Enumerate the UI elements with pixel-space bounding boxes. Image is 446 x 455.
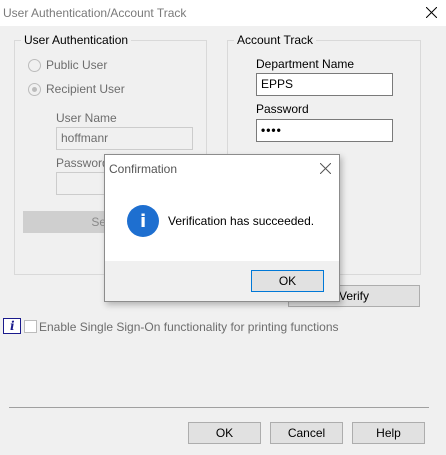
user-authentication-legend: User Authentication <box>21 33 132 47</box>
confirmation-dialog: Confirmation i Verification has succeede… <box>104 154 340 302</box>
auth-window: User Authentication/Account Track User A… <box>0 0 446 455</box>
sso-checkbox[interactable] <box>24 320 37 333</box>
dialog-body: i Verification has succeeded. <box>105 183 339 261</box>
department-name-input[interactable]: EPPS <box>256 73 393 96</box>
radio-button-selected[interactable] <box>28 82 41 96</box>
user-name-label: User Name <box>56 111 117 125</box>
title-bar: User Authentication/Account Track <box>0 0 446 26</box>
user-name-field[interactable]: hoffmanr <box>56 127 193 150</box>
account-password-label: Password <box>256 102 309 116</box>
dialog-ok-button[interactable]: OK <box>251 270 324 292</box>
sso-label: Enable Single Sign-On functionality for … <box>39 320 339 334</box>
dialog-close-button[interactable] <box>319 162 332 177</box>
account-track-legend: Account Track <box>234 33 317 47</box>
close-icon <box>319 162 332 175</box>
department-name-label: Department Name <box>256 57 355 71</box>
separator <box>9 407 429 408</box>
user-password-label: Password <box>56 156 109 170</box>
window-title: User Authentication/Account Track <box>3 6 187 20</box>
close-icon <box>426 7 437 18</box>
public-user-label: Public User <box>46 58 108 72</box>
dialog-title-bar: Confirmation <box>105 155 339 183</box>
public-user-radio[interactable]: Public User <box>28 58 107 72</box>
account-password-input[interactable]: •••• <box>256 119 393 142</box>
dialog-title: Confirmation <box>109 162 178 176</box>
info-icon: i <box>127 205 159 237</box>
dialog-message: Verification has succeeded. <box>168 214 315 228</box>
window-close-button[interactable] <box>416 0 446 26</box>
info-icon[interactable]: i <box>3 318 21 334</box>
radio-button[interactable] <box>28 58 41 72</box>
recipient-user-label: Recipient User <box>46 82 125 96</box>
cancel-button[interactable]: Cancel <box>270 422 343 444</box>
help-button[interactable]: Help <box>352 422 425 444</box>
ok-button[interactable]: OK <box>188 422 261 444</box>
recipient-user-radio[interactable]: Recipient User <box>28 82 125 96</box>
